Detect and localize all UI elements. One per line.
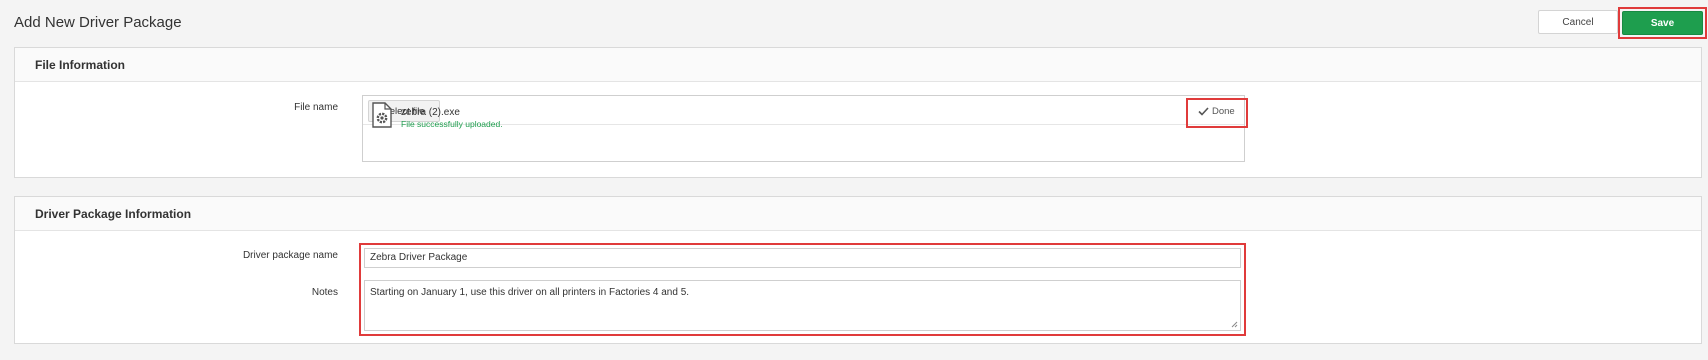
uploaded-file-name: zebra (2).exe <box>401 107 460 118</box>
checkmark-icon <box>1198 107 1209 116</box>
notes-label: Notes <box>311 287 338 298</box>
page-title: Add New Driver Package <box>14 14 182 31</box>
file-name-label: File name <box>294 102 338 113</box>
done-label: Done <box>1212 106 1235 117</box>
file-gear-icon <box>372 102 392 128</box>
cancel-button[interactable]: Cancel <box>1538 10 1618 34</box>
file-information-header: File Information <box>15 48 1701 82</box>
notes-text: Starting on January 1, use this driver o… <box>370 287 690 298</box>
done-indicator[interactable]: Done <box>1198 106 1235 117</box>
file-upload-box: Select file zebra (2).exe File successfu… <box>362 95 1245 162</box>
save-button[interactable]: Save <box>1622 11 1703 35</box>
driver-package-name-label: Driver package name <box>242 250 338 261</box>
add-driver-package-page: Add New Driver Package Cancel Save File … <box>0 0 1708 360</box>
notes-textarea[interactable]: Starting on January 1, use this driver o… <box>364 280 1241 331</box>
driver-package-header: Driver Package Information <box>15 197 1701 231</box>
resize-grip-icon[interactable] <box>1231 321 1238 328</box>
upload-status-text: File successfully uploaded. <box>401 119 503 129</box>
driver-package-name-input[interactable]: Zebra Driver Package <box>364 248 1241 268</box>
